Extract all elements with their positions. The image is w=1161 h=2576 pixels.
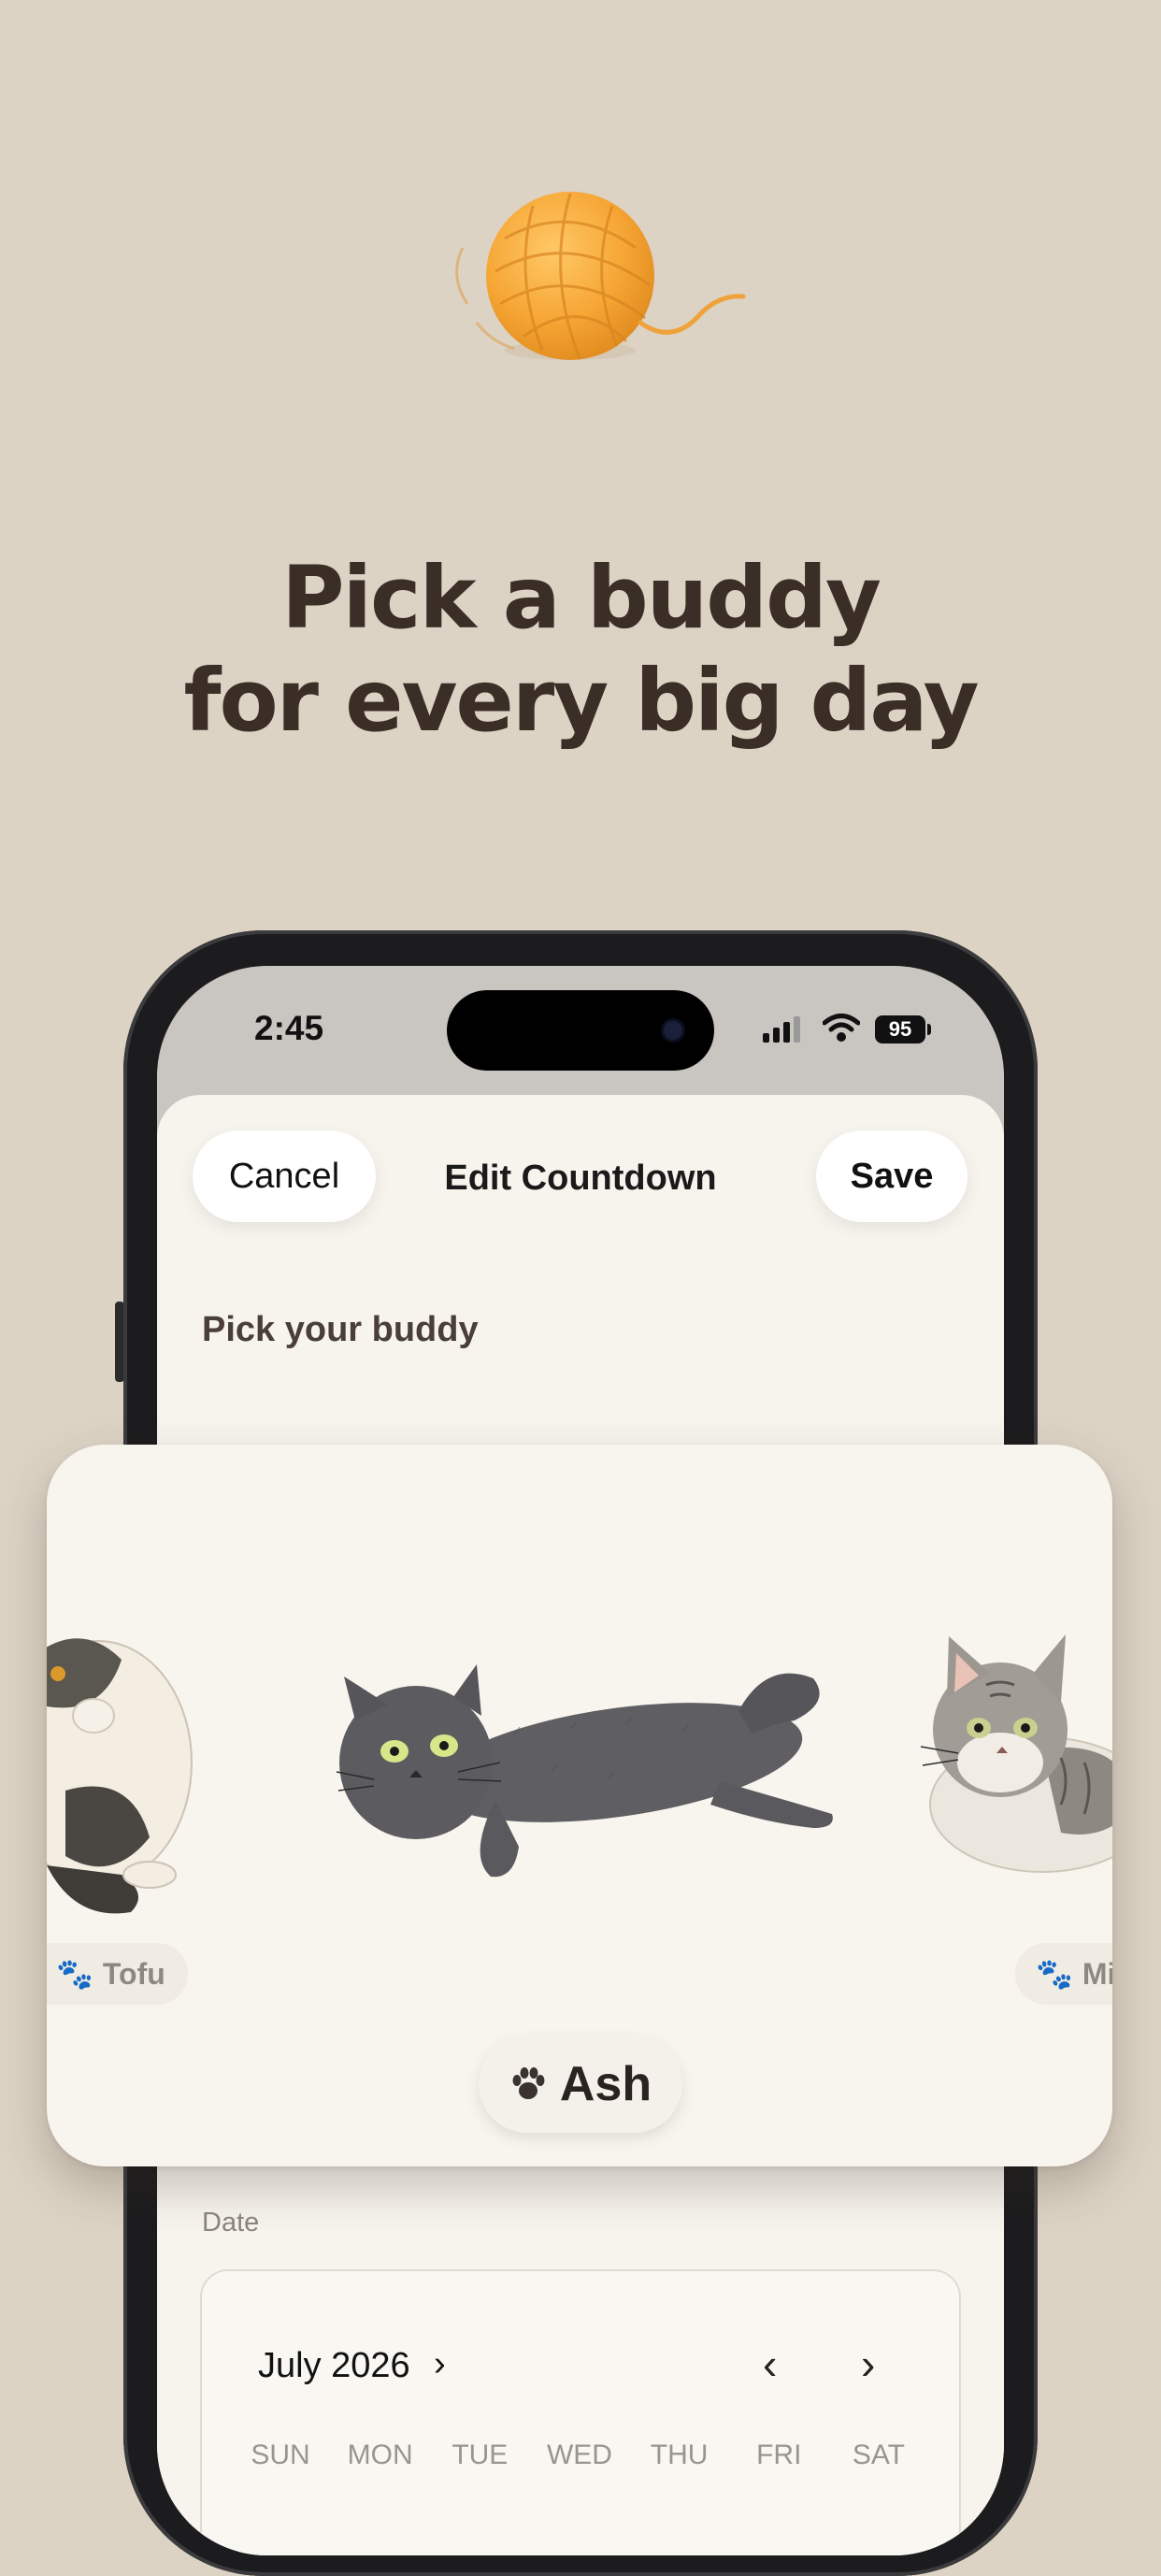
buddy-section-label: Pick your buddy (202, 1310, 479, 1349)
chevron-right-icon[interactable]: › (434, 2344, 446, 2384)
weekday-sun: SUN (251, 2439, 310, 2470)
weekday-thu: THU (650, 2439, 709, 2470)
cat-tofu[interactable] (47, 1557, 224, 1921)
selected-cat-name: Ash (559, 2057, 652, 2111)
weekday-wed: WED (546, 2439, 612, 2470)
selected-cat-chip[interactable]: Ash (479, 2036, 682, 2133)
paw-icon: 🐾 (1036, 1957, 1073, 1991)
weekday-header: SUN MON TUE WED THU FRI SAT (234, 2439, 925, 2471)
headline-line-2: for every big day (183, 651, 979, 751)
cat-name-tofu: Tofu (102, 1956, 165, 1991)
next-month-button[interactable]: › (861, 2339, 875, 2389)
promo-headline: Pick a buddy for every big day (0, 547, 1161, 753)
weekday-mon: MON (347, 2439, 413, 2470)
cat-milo[interactable] (921, 1618, 1112, 1879)
previous-month-button[interactable]: ‹ (763, 2339, 777, 2389)
month-selector[interactable]: July 2026 (258, 2346, 410, 2386)
date-label: Date (202, 2208, 260, 2238)
weekday-sat: SAT (852, 2439, 905, 2470)
weekday-fri: FRI (756, 2439, 802, 2470)
cat-ash[interactable] (327, 1632, 851, 1893)
paw-icon (512, 2067, 545, 2099)
status-time: 2:45 (254, 1009, 324, 1047)
paw-icon: 🐾 (56, 1957, 93, 1991)
cat-chip-milo[interactable]: 🐾 Milo (1015, 1943, 1112, 2005)
save-button[interactable]: Save (816, 1130, 968, 1222)
buddy-picker-card: 🐾 Tofu Ash 🐾 Mi (47, 1445, 1112, 2166)
headline-line-1: Pick a buddy (281, 548, 882, 648)
wifi-icon (823, 1014, 860, 1042)
signal-icon (763, 1016, 800, 1043)
battery-tip (927, 1024, 931, 1035)
weekday-tue: TUE (452, 2439, 509, 2470)
calendar: July 2026 › ‹ › SUN MON TUE WED THU FRI … (200, 2269, 961, 2555)
yarn-ball-icon (455, 192, 746, 360)
cat-name-milo: Milo (1082, 1956, 1112, 1991)
cat-chip-tofu[interactable]: 🐾 Tofu (47, 1943, 188, 2005)
dynamic-island (447, 990, 714, 1071)
battery-indicator: 95 (875, 1015, 925, 1043)
camera-dot (664, 1021, 682, 1040)
